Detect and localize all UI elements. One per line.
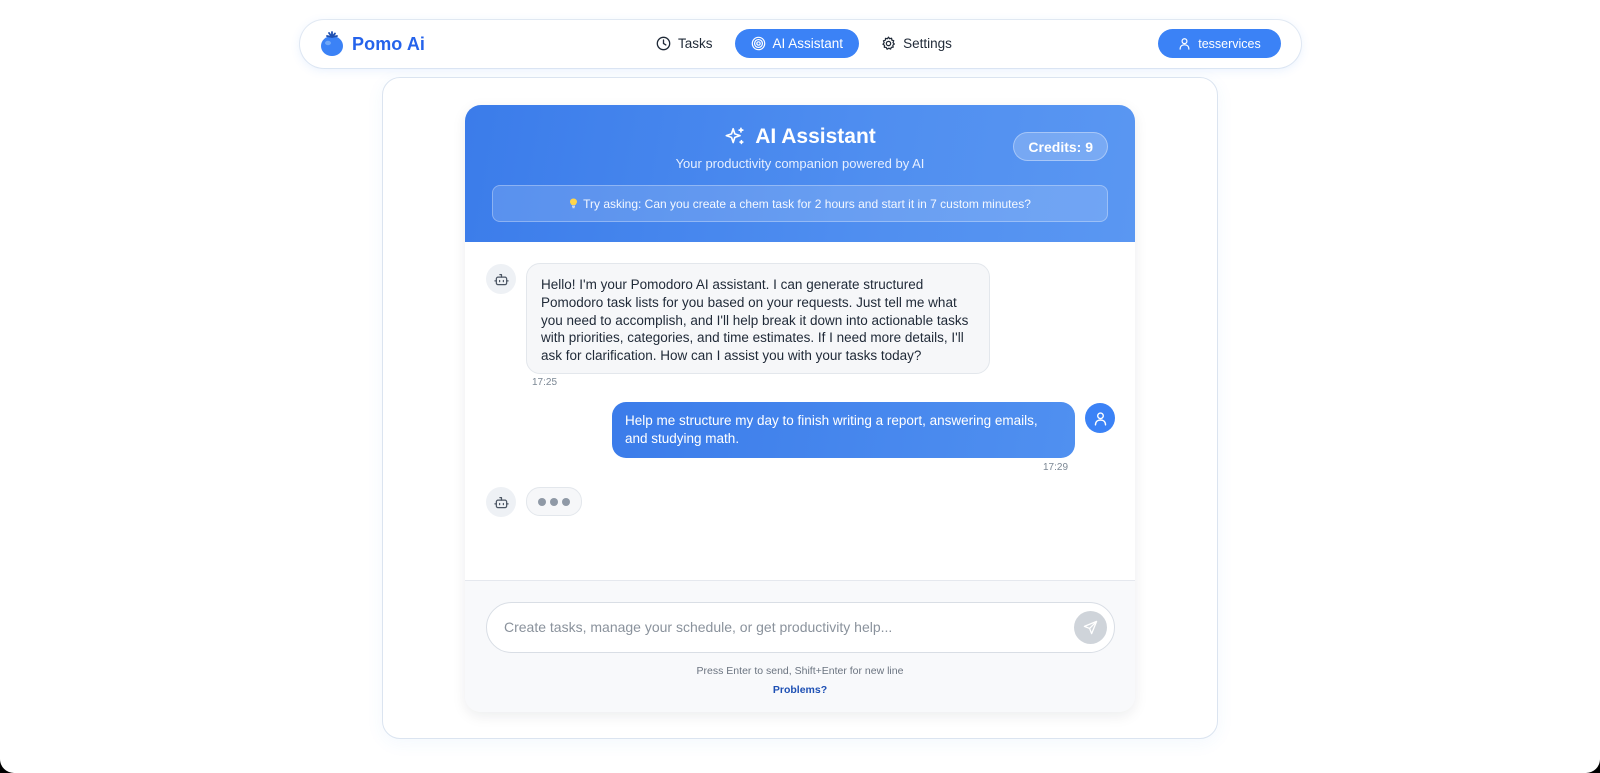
brand-name: Pomo Ai	[352, 33, 426, 54]
typing-indicator	[526, 487, 582, 516]
assistant-message-time: 17:25	[532, 377, 558, 388]
clock-icon	[656, 36, 671, 51]
assistant-avatar	[486, 264, 516, 294]
typing-dot	[550, 497, 558, 506]
chat-composer: Press Enter to send, Shift+Enter for new…	[465, 580, 1135, 712]
user-menu-button[interactable]: tesservices	[1158, 29, 1281, 58]
main-nav: Tasks AI Assistant Settings	[640, 29, 968, 58]
composer-hint: Press Enter to send, Shift+Enter for new…	[696, 665, 904, 677]
nav-ai-assistant[interactable]: AI Assistant	[734, 29, 860, 58]
typing-dot	[538, 497, 546, 506]
user-message-bubble: Help me structure my day to finish writi…	[612, 402, 1075, 458]
user-avatar	[1085, 403, 1115, 433]
nav-settings-label: Settings	[903, 36, 952, 51]
typing-dot	[562, 497, 570, 506]
user-icon	[1179, 38, 1190, 50]
assistant-message-bubble: Hello! I'm your Pomodoro AI assistant. I…	[526, 263, 990, 374]
user-icon	[1094, 411, 1106, 426]
nav-tasks-label: Tasks	[678, 36, 713, 51]
bot-icon	[493, 273, 509, 285]
user-message-text: Help me structure my day to finish writi…	[625, 413, 1038, 446]
assistant-message-text: Hello! I'm your Pomodoro AI assistant. I…	[541, 277, 969, 364]
suggestion-tip-text: Try asking: Can you create a chem task f…	[583, 196, 1031, 211]
message-input-wrapper	[486, 602, 1115, 653]
bot-icon	[493, 496, 509, 508]
nav-settings[interactable]: Settings	[865, 29, 968, 58]
message-input[interactable]	[504, 603, 1064, 651]
lightbulb-icon	[570, 198, 578, 209]
nav-ai-assistant-label: AI Assistant	[772, 36, 844, 51]
brand[interactable]: Pomo Ai	[320, 31, 425, 57]
assistant-avatar-typing	[486, 487, 516, 517]
app-viewport: Pomo Ai Tasks AI Assistant Settings tess…	[0, 0, 1600, 773]
gear-icon	[882, 36, 895, 50]
chat-header: AI Assistant Your productivity companion…	[465, 105, 1135, 242]
problems-link[interactable]: Problems?	[465, 684, 1135, 696]
send-button[interactable]	[1074, 611, 1107, 644]
chat-title: AI Assistant	[755, 125, 876, 148]
suggestion-tip[interactable]: Try asking: Can you create a chem task f…	[492, 185, 1108, 222]
sparkles-icon	[725, 127, 744, 145]
send-icon	[1083, 620, 1098, 635]
username: tesservices	[1198, 36, 1261, 51]
tomato-logo-icon	[321, 31, 343, 56]
target-icon	[751, 36, 765, 51]
user-message-time: 17:29	[1043, 462, 1069, 473]
chat-panel: AI Assistant Your productivity companion…	[465, 105, 1135, 712]
credits-badge: Credits: 9	[1013, 132, 1108, 161]
top-navbar: Pomo Ai Tasks AI Assistant Settings tess…	[300, 20, 1301, 68]
nav-tasks[interactable]: Tasks	[640, 29, 729, 58]
